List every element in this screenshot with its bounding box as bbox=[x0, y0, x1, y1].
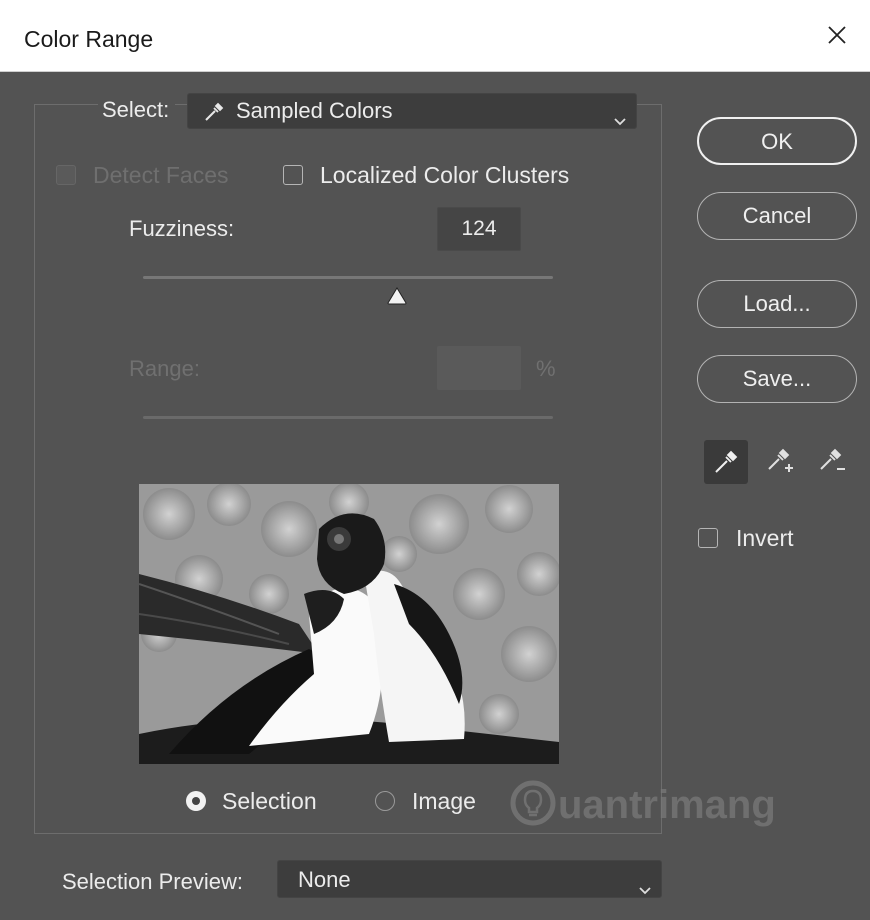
fuzziness-label: Fuzziness: bbox=[129, 216, 235, 241]
selection-radio[interactable] bbox=[186, 791, 206, 811]
eyedropper-icon[interactable] bbox=[704, 440, 748, 484]
invert-checkbox[interactable] bbox=[698, 528, 718, 548]
fuzziness-slider-thumb[interactable] bbox=[386, 286, 408, 311]
close-icon[interactable] bbox=[822, 20, 852, 50]
detect-faces-checkbox[interactable] bbox=[56, 165, 76, 185]
lightbulb-logo-icon bbox=[510, 780, 556, 831]
localized-color-clusters-checkbox[interactable] bbox=[283, 165, 303, 185]
subtract-from-sample-icon[interactable] bbox=[810, 440, 854, 484]
image-radio[interactable] bbox=[375, 791, 395, 811]
watermark-text: uantrimang bbox=[558, 783, 776, 827]
invert-label: Invert bbox=[736, 525, 794, 551]
window-title: Color Range bbox=[24, 26, 154, 52]
selection-preview-image bbox=[139, 484, 559, 764]
selection-radio-label: Selection bbox=[222, 788, 317, 814]
select-label: Select: bbox=[98, 97, 176, 123]
range-label: Range: bbox=[129, 356, 200, 381]
title-bar: Color Range bbox=[0, 0, 870, 72]
watermark: uantrimang bbox=[510, 780, 776, 831]
range-slider-track[interactable] bbox=[143, 416, 553, 419]
save-button[interactable]: Save... bbox=[697, 355, 857, 403]
detect-faces-label: Detect Faces bbox=[93, 162, 229, 188]
chevron-down-icon bbox=[614, 106, 626, 132]
range-unit: % bbox=[536, 356, 556, 381]
selection-preview-dropdown[interactable]: None bbox=[277, 860, 662, 898]
load-button[interactable]: Load... bbox=[697, 280, 857, 328]
localized-color-clusters-label: Localized Color Clusters bbox=[320, 162, 570, 188]
cancel-button[interactable]: Cancel bbox=[697, 192, 857, 240]
selection-preview-label: Selection Preview: bbox=[62, 869, 243, 894]
chevron-down-icon bbox=[639, 875, 651, 901]
eyedropper-icon bbox=[202, 100, 226, 130]
select-dropdown-value: Sampled Colors bbox=[236, 98, 393, 123]
ok-button[interactable]: OK bbox=[697, 117, 857, 165]
select-dropdown[interactable]: Sampled Colors bbox=[187, 93, 637, 129]
fuzziness-input[interactable]: 124 bbox=[437, 207, 521, 251]
add-to-sample-icon[interactable] bbox=[758, 440, 802, 484]
range-input[interactable] bbox=[437, 346, 521, 390]
selection-preview-value: None bbox=[298, 867, 351, 892]
fuzziness-slider-track[interactable] bbox=[143, 276, 553, 279]
image-radio-label: Image bbox=[412, 788, 476, 814]
